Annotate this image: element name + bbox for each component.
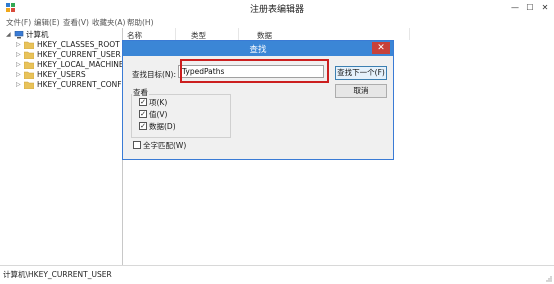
close-button[interactable]: ✕ xyxy=(538,1,552,14)
option-data[interactable]: ✓ 数据(D) xyxy=(139,122,176,132)
dialog-title: 查找 xyxy=(249,45,267,55)
expand-arrow-icon[interactable]: ▷ xyxy=(16,50,21,60)
menu-file[interactable]: 文件(F) xyxy=(6,17,31,28)
find-next-button[interactable]: 查找下一个(F) xyxy=(335,66,387,80)
column-separator[interactable] xyxy=(238,28,239,40)
checkbox-values[interactable]: ✓ xyxy=(139,110,147,118)
tree-label: HKEY_CURRENT_USER xyxy=(37,50,121,59)
tree-label: HKEY_CLASSES_ROOT xyxy=(37,40,120,49)
expand-arrow-icon[interactable]: ◢ xyxy=(6,30,11,40)
option-label: 值(V) xyxy=(149,110,168,119)
list-header: 名称 类型 数据 xyxy=(123,28,554,40)
checkbox-keys[interactable]: ✓ xyxy=(139,98,147,106)
expand-arrow-icon[interactable]: ▷ xyxy=(16,80,21,90)
tree-label: 计算机 xyxy=(26,30,49,39)
expand-arrow-icon[interactable]: ▷ xyxy=(16,40,21,50)
tree-label: HKEY_CURRENT_CONFIG xyxy=(37,80,130,89)
window-title: 注册表编辑器 xyxy=(249,5,304,15)
option-label: 项(K) xyxy=(149,98,168,107)
menu-view[interactable]: 查看(V) xyxy=(63,17,89,28)
expand-arrow-icon[interactable]: ▷ xyxy=(16,70,21,80)
registry-editor-window: 注册表编辑器 — ☐ ✕ 文件(F) 编辑(E) 查看(V) 收藏夹(A) 帮助… xyxy=(0,0,554,284)
folder-icon xyxy=(24,61,34,69)
find-what-input[interactable] xyxy=(178,65,324,78)
column-separator[interactable] xyxy=(175,28,176,40)
title-bar: 注册表编辑器 — ☐ ✕ xyxy=(0,0,554,17)
tree-label: HKEY_LOCAL_MACHINE xyxy=(37,60,124,69)
menu-bar: 文件(F) 编辑(E) 查看(V) 收藏夹(A) 帮助(H) xyxy=(0,16,554,28)
folder-icon xyxy=(24,71,34,79)
option-match-whole[interactable]: 全字匹配(W) xyxy=(133,141,186,151)
menu-favorites[interactable]: 收藏夹(A) xyxy=(92,17,125,28)
menu-edit[interactable]: 编辑(E) xyxy=(34,17,60,28)
look-at-title: 查看 xyxy=(132,87,149,98)
resize-grip-icon[interactable] xyxy=(544,274,552,282)
expand-arrow-icon[interactable]: ▷ xyxy=(16,60,21,70)
option-label: 全字匹配(W) xyxy=(143,141,187,150)
find-what-label: 查找目标(N): xyxy=(132,70,176,79)
option-keys[interactable]: ✓ 项(K) xyxy=(139,98,167,108)
status-path: 计算机\HKEY_CURRENT_USER xyxy=(3,270,112,279)
folder-icon xyxy=(24,41,34,49)
cancel-button[interactable]: 取消 xyxy=(335,84,387,98)
checkbox-data[interactable]: ✓ xyxy=(139,122,147,130)
folder-icon xyxy=(24,51,34,59)
option-label: 数据(D) xyxy=(149,122,176,131)
tree-label: HKEY_USERS xyxy=(37,70,86,79)
minimize-button[interactable]: — xyxy=(508,1,522,14)
menu-help[interactable]: 帮助(H) xyxy=(127,17,154,28)
checkbox-match-whole[interactable] xyxy=(133,141,141,149)
dialog-title-bar[interactable]: 查找 ✕ xyxy=(123,41,393,56)
dialog-close-button[interactable]: ✕ xyxy=(372,42,390,54)
column-separator[interactable] xyxy=(409,28,410,40)
find-dialog: 查找 ✕ 查找目标(N): 查找下一个(F) 取消 查看 ✓项(K) ✓值(V)… xyxy=(122,40,394,160)
folder-icon xyxy=(24,81,34,89)
option-values[interactable]: ✓ 值(V) xyxy=(139,110,167,120)
maximize-button[interactable]: ☐ xyxy=(523,1,537,14)
computer-icon xyxy=(14,31,24,39)
status-bar: 计算机\HKEY_CURRENT_USER xyxy=(0,265,554,284)
tree-pane: ◢ 计算机 ▷ HKEY_CLASSES_ROOT ▷ HKEY_CURRENT… xyxy=(4,28,130,263)
